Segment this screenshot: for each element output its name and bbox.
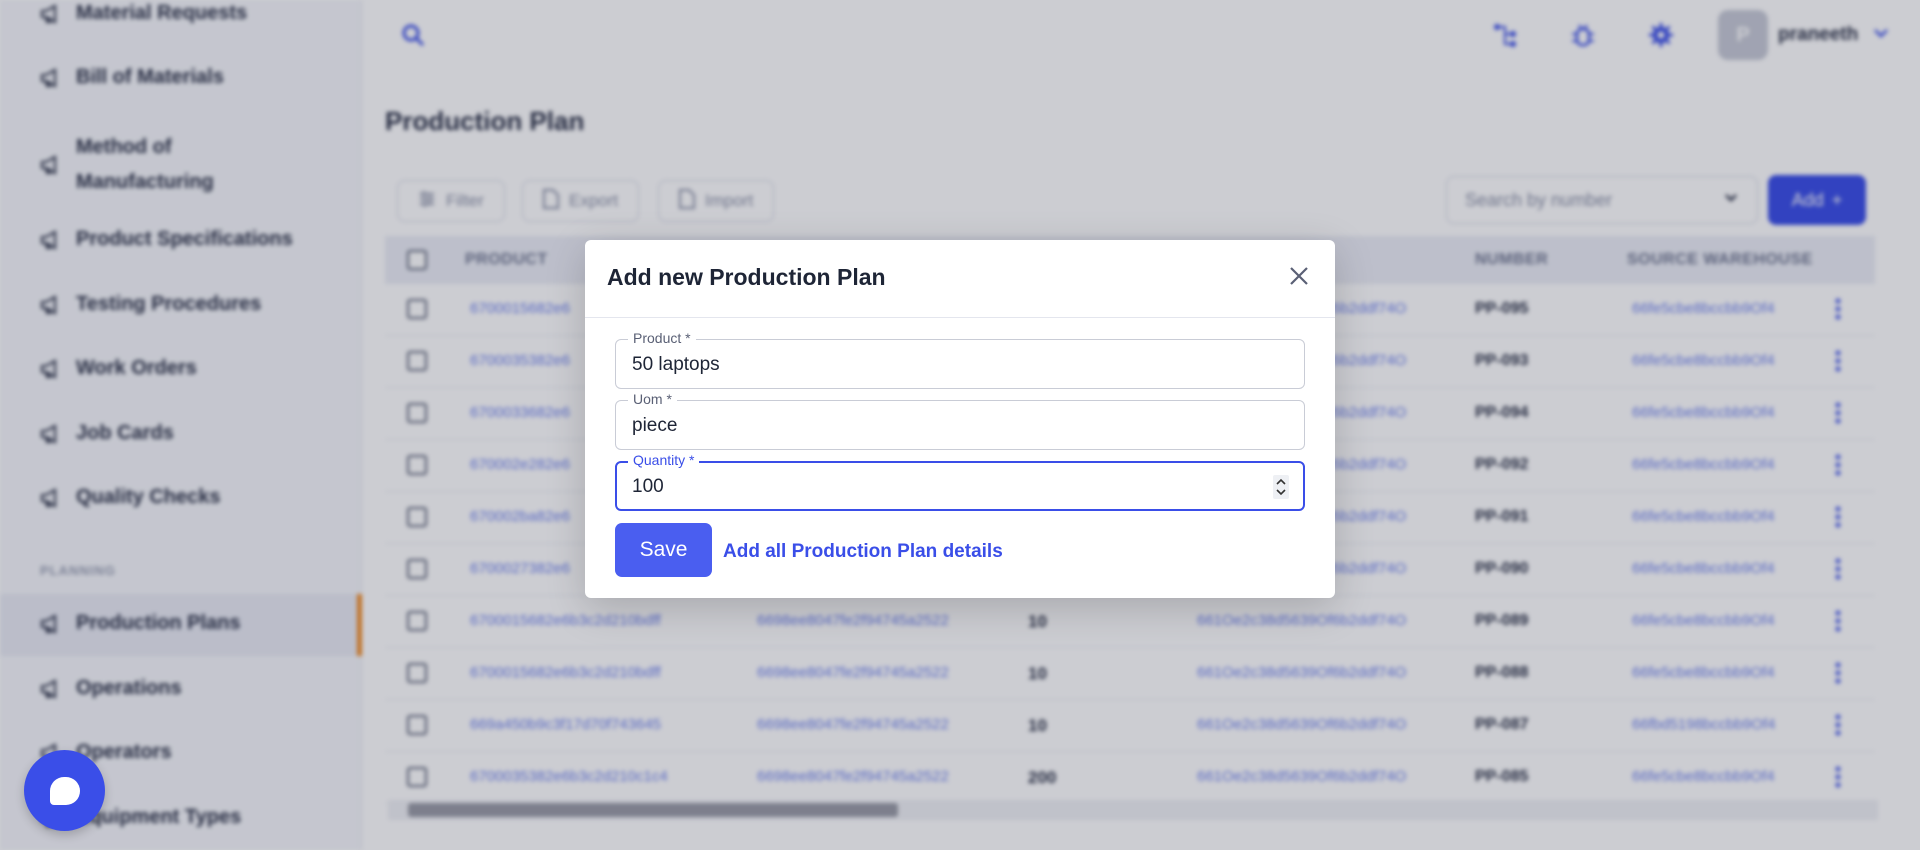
save-button[interactable]: Save: [615, 523, 712, 577]
product-field-value[interactable]: 50 laptops: [632, 354, 720, 376]
close-icon[interactable]: [1285, 262, 1313, 290]
chat-widget-button[interactable]: [24, 750, 105, 831]
uom-field[interactable]: Uom * piece: [615, 391, 1305, 450]
add-all-details-link[interactable]: Add all Production Plan details: [723, 541, 1003, 563]
quantity-stepper[interactable]: [1273, 475, 1289, 499]
add-production-plan-modal: Add new Production Plan Product * 50 lap…: [585, 240, 1335, 598]
quantity-field-label: Quantity *: [628, 452, 700, 468]
quantity-field-value[interactable]: 100: [632, 476, 664, 498]
modal-title: Add new Production Plan: [607, 264, 886, 290]
chat-icon: [49, 776, 80, 805]
modal-header: Add new Production Plan: [585, 240, 1335, 318]
product-field-label: Product *: [628, 330, 696, 346]
uom-field-label: Uom *: [628, 391, 677, 407]
quantity-field[interactable]: Quantity * 100: [615, 452, 1305, 511]
uom-field-value[interactable]: piece: [632, 415, 677, 437]
product-field[interactable]: Product * 50 laptops: [615, 330, 1305, 389]
